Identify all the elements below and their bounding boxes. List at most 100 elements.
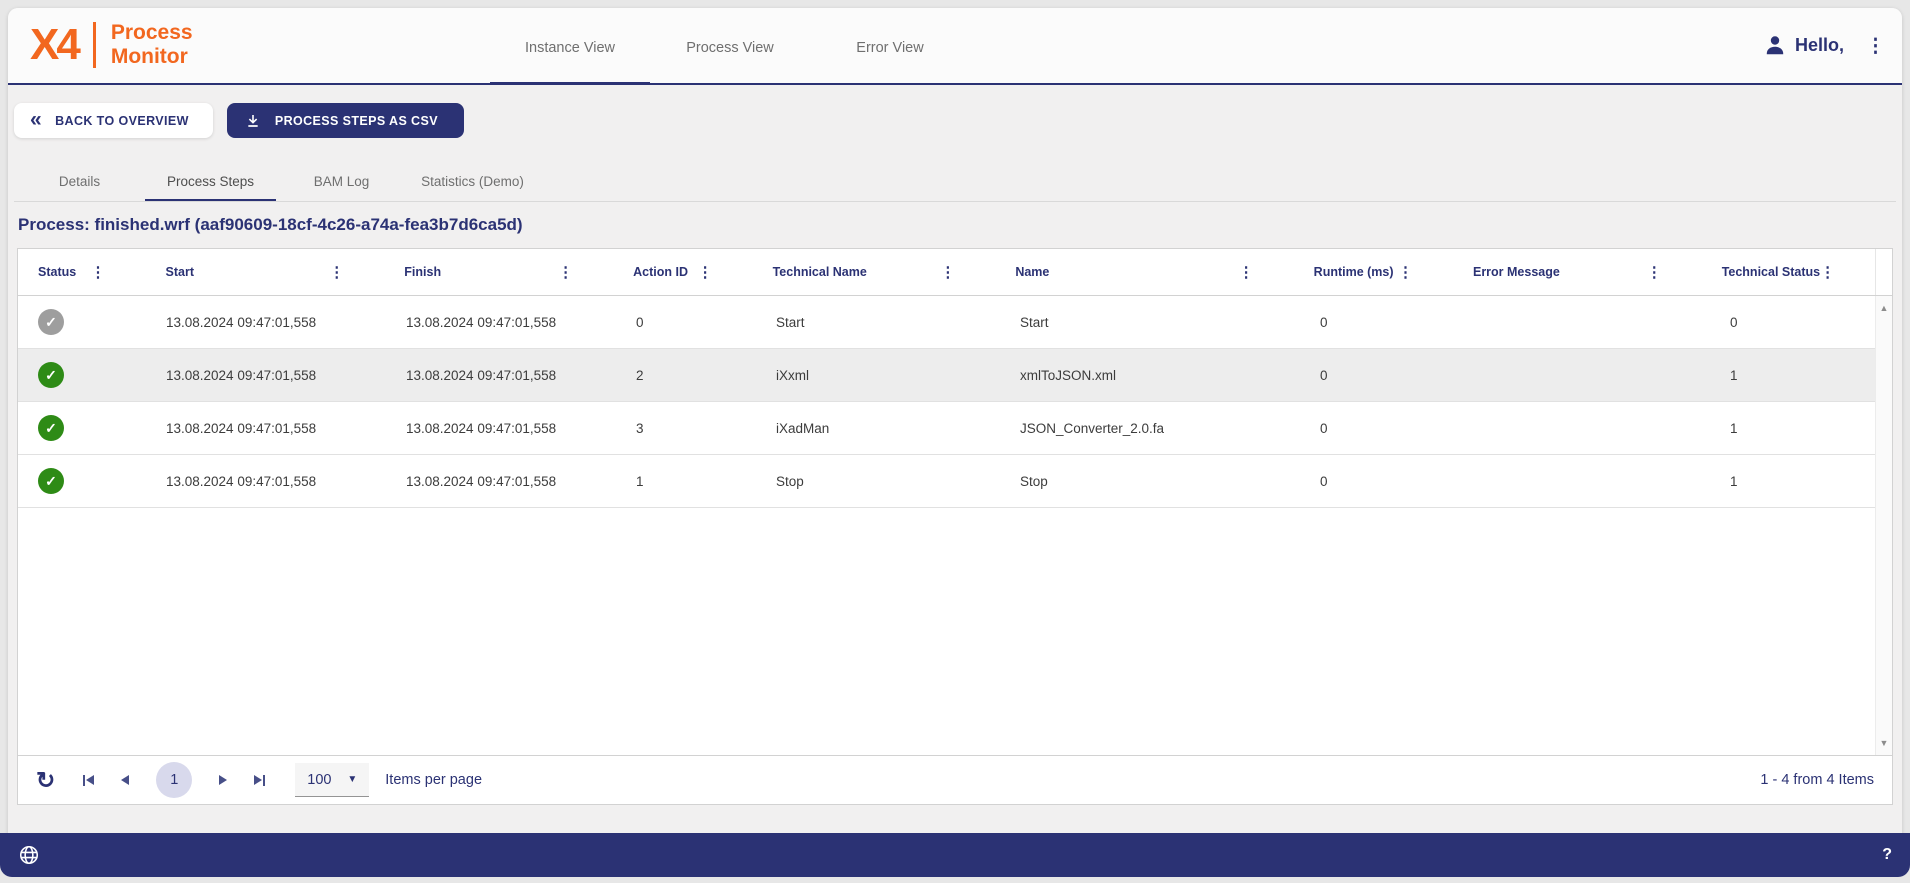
header-menu-kebab-icon[interactable]: ⋮ [1866,35,1885,58]
column-menu-kebab-icon[interactable]: ⋮ [1647,265,1662,280]
first-page-button[interactable] [83,775,94,786]
product-name: Process Monitor [111,21,193,68]
nav-tab-instance-view[interactable]: Instance View [490,8,650,83]
grid-header-row: Status⋮Start⋮Finish⋮Action ID⋮Technical … [18,249,1892,296]
vertical-scrollbar[interactable]: ▲ ▼ [1875,296,1892,755]
table-row[interactable]: ✓ 13.08.2024 09:47:01,55813.08.2024 09:47… [18,349,1875,402]
column-title-technical-status[interactable]: Technical Status [1722,265,1820,279]
back-button-label: BACK TO OVERVIEW [55,114,189,128]
app-footer: ? [0,833,1910,877]
pager-bar: ↻ 1 100 ▼ Items per page 1 - 4 from 4 It… [18,755,1892,804]
detail-tabs: DetailsProcess StepsBAM LogStatistics (D… [14,160,538,202]
cell-start: 13.08.2024 09:47:01,558 [146,368,386,383]
column-title-error-message[interactable]: Error Message [1473,265,1560,279]
column-title-technical-name[interactable]: Technical Name [773,265,867,279]
next-page-button[interactable] [219,775,227,785]
process-steps-csv-button[interactable]: PROCESS STEPS AS CSV [227,103,464,138]
app-header: X4 Process Monitor Instance ViewProcess … [8,8,1902,85]
column-menu-kebab-icon[interactable]: ⋮ [940,265,955,280]
header-scrollbar-spacer [1875,249,1892,295]
globe-icon[interactable] [18,844,40,866]
column-header-technical-status: Technical Status⋮ [1702,249,1875,295]
column-title-action-id[interactable]: Action ID [633,265,688,279]
column-menu-kebab-icon[interactable]: ⋮ [1820,265,1835,280]
items-per-page-label: Items per page [385,772,482,788]
cell-start: 13.08.2024 09:47:01,558 [146,474,386,489]
cell-finish: 13.08.2024 09:47:01,558 [386,474,616,489]
status-check-green-icon: ✓ [38,362,64,388]
back-to-overview-button[interactable]: « BACK TO OVERVIEW [14,103,213,138]
grid-rows: ✓13.08.2024 09:47:01,55813.08.2024 09:47… [18,296,1875,508]
column-menu-kebab-icon[interactable]: ⋮ [329,265,344,280]
cell-technical-status: 1 [1710,474,1875,489]
table-row[interactable]: ✓13.08.2024 09:47:01,55813.08.2024 09:47… [18,402,1875,455]
cell-action-id: 3 [616,421,756,436]
user-greeting-label: Hello, [1795,35,1844,56]
column-header-error-message: Error Message ⋮ [1453,249,1702,295]
current-page-button[interactable]: 1 [156,762,192,798]
scroll-up-icon[interactable]: ▲ [1876,303,1892,313]
nav-tab-process-view[interactable]: Process View [650,8,810,83]
cell-technical-name: iXadMan [756,421,1000,436]
column-header-technical-name: Technical Name ⋮ [753,249,996,295]
cell-action-id: 2 [616,368,756,383]
tab-details[interactable]: Details [14,160,145,202]
status-check-green-icon: ✓ [38,415,64,441]
column-menu-kebab-icon[interactable]: ⋮ [558,265,573,280]
cell-runtime-ms: 0 [1300,421,1460,436]
tab-bam-log[interactable]: BAM Log [276,160,407,202]
status-check-green-icon: ✓ [38,468,64,494]
product-name-line1: Process [111,21,193,44]
column-title-finish[interactable]: Finish [404,265,441,279]
table-row[interactable]: ✓ 13.08.2024 09:47:01,55813.08.2024 09:47… [18,455,1875,508]
caret-down-icon: ▼ [347,774,357,785]
cell-status: ✓ [18,415,146,441]
cell-finish: 13.08.2024 09:47:01,558 [386,315,616,330]
column-title-status[interactable]: Status [38,265,76,279]
column-menu-kebab-icon[interactable]: ⋮ [1398,265,1413,280]
nav-tab-error-view[interactable]: Error View [810,8,970,83]
previous-page-button[interactable] [121,775,129,785]
user-greeting-area[interactable]: Hello, [1763,33,1844,57]
help-button[interactable]: ? [1882,846,1892,864]
cell-action-id: 0 [616,315,756,330]
column-header-runtime-ms: Runtime (ms) ⋮ [1294,249,1453,295]
cell-runtime-ms: 0 [1300,315,1460,330]
column-menu-kebab-icon[interactable]: ⋮ [91,265,106,280]
table-row[interactable]: ✓13.08.2024 09:47:01,55813.08.2024 09:47… [18,296,1875,349]
column-header-name: Name ⋮ [995,249,1293,295]
cell-action-id: 1 [616,474,756,489]
page-size-select[interactable]: 100 ▼ [295,763,369,797]
cell-name: xmlToJSON.xml [1000,368,1300,383]
csv-button-label: PROCESS STEPS AS CSV [275,114,438,128]
product-name-line2: Monitor [111,45,188,68]
cell-finish: 13.08.2024 09:47:01,558 [386,368,616,383]
last-page-button[interactable] [254,775,265,786]
refresh-icon[interactable]: ↻ [36,769,55,792]
user-icon [1763,33,1787,57]
column-header-status: Status ⋮ [18,249,146,295]
column-menu-kebab-icon[interactable]: ⋮ [698,265,713,280]
cell-technical-name: iXxml [756,368,1000,383]
items-range-label: 1 - 4 from 4 Items [1760,772,1874,788]
grid-body: ✓13.08.2024 09:47:01,55813.08.2024 09:47… [18,296,1892,755]
scroll-down-icon[interactable]: ▼ [1876,738,1892,748]
column-title-start[interactable]: Start [166,265,194,279]
cell-name: Start [1000,315,1300,330]
cell-technical-status: 1 [1710,368,1875,383]
tab-process-steps[interactable]: Process Steps [145,160,276,202]
process-monitor-app: X4 Process Monitor Instance ViewProcess … [0,0,1910,883]
double-chevron-left-icon: « [30,109,42,130]
logo-divider [93,22,96,68]
cell-name: JSON_Converter_2.0.fa [1000,421,1300,436]
detail-tabs-divider [14,201,1896,202]
download-icon [245,113,261,129]
column-title-name[interactable]: Name [1015,265,1049,279]
column-menu-kebab-icon[interactable]: ⋮ [1239,265,1254,280]
tab-statistics-demo[interactable]: Statistics (Demo) [407,160,538,202]
cell-status: ✓ [18,468,146,494]
status-check-gray-icon: ✓ [38,309,64,335]
cell-runtime-ms: 0 [1300,474,1460,489]
cell-start: 13.08.2024 09:47:01,558 [146,421,386,436]
column-title-runtime-ms[interactable]: Runtime (ms) [1314,265,1394,279]
